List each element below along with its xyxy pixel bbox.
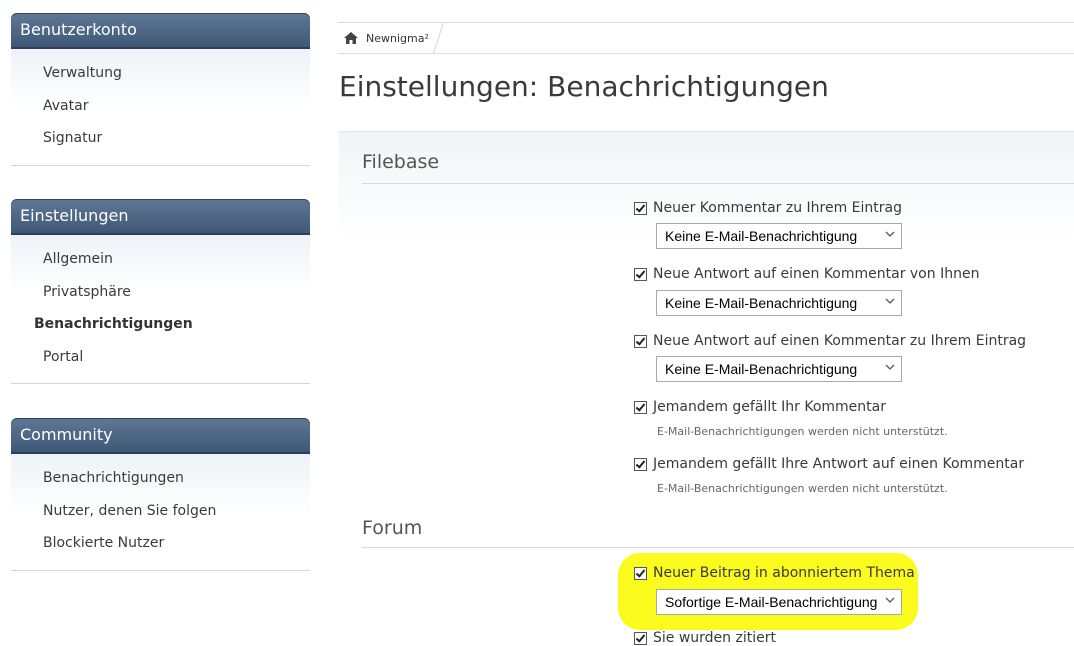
option-label: Neue Antwort auf einen Kommentar zu Ihre…: [653, 333, 1027, 349]
checkbox[interactable]: [634, 566, 647, 580]
section-divider: [362, 547, 1074, 548]
sidebar-item-community-benachrichtigungen[interactable]: Benachrichtigungen: [11, 462, 310, 495]
option-antwort-kommentar-von-ihnen[interactable]: Neue Antwort auf einen Kommentar von Ihn…: [634, 266, 979, 282]
select-value: Keine E-Mail-Benachrichtigung: [665, 295, 858, 311]
notification-select[interactable]: Keine E-Mail-Benachrichtigung: [656, 290, 902, 316]
sidebar-list: Benachrichtigungen Nutzer, denen Sie fol…: [11, 454, 310, 571]
option-neuer-beitrag-thema[interactable]: Neuer Beitrag in abonniertem Thema: [634, 565, 915, 581]
notification-select[interactable]: Keine E-Mail-Benachrichtigung: [656, 223, 902, 249]
sidebar-section-benutzerkonto: Benutzerkonto Verwaltung Avatar Signatur: [11, 13, 310, 166]
sidebar-item-blockierte-nutzer[interactable]: Blockierte Nutzer: [11, 527, 310, 560]
option-label: Sie wurden zitiert: [653, 630, 776, 646]
home-icon: [344, 32, 358, 44]
sidebar-section-einstellungen: Einstellungen Allgemein Privatsphäre Ben…: [11, 199, 310, 384]
checkbox[interactable]: [634, 400, 647, 414]
sidebar-section-title: Einstellungen: [11, 199, 310, 235]
sidebar-section-title: Community: [11, 418, 310, 454]
sidebar-item-avatar[interactable]: Avatar: [11, 90, 310, 123]
option-label: Neuer Kommentar zu Ihrem Eintrag: [653, 200, 903, 216]
sidebar-item-allgemein[interactable]: Allgemein: [11, 243, 310, 276]
checkbox[interactable]: [634, 267, 647, 281]
checkbox[interactable]: [634, 201, 647, 215]
checkbox[interactable]: [634, 457, 647, 471]
breadcrumb: Newnigma²: [338, 22, 1074, 54]
sidebar-list: Verwaltung Avatar Signatur: [11, 49, 310, 166]
section-divider: [362, 183, 1074, 184]
option-label: Jemandem gefällt Ihre Antwort auf einen …: [653, 456, 1025, 472]
chevron-down-icon: [885, 298, 895, 304]
chevron-down-icon: [885, 231, 895, 237]
sidebar-item-privatsphaere[interactable]: Privatsphäre: [11, 276, 310, 309]
notification-select[interactable]: Keine E-Mail-Benachrichtigung: [656, 356, 902, 382]
option-gefaellt-kommentar[interactable]: Jemandem gefällt Ihr Kommentar: [634, 399, 886, 415]
chevron-down-icon: [885, 364, 895, 370]
sidebar-item-verwaltung[interactable]: Verwaltung: [11, 57, 310, 90]
chevron-down-icon: [885, 597, 895, 603]
option-antwort-kommentar-eintrag[interactable]: Neue Antwort auf einen Kommentar zu Ihre…: [634, 333, 1026, 349]
sidebar-item-nutzer-folgen[interactable]: Nutzer, denen Sie folgen: [11, 495, 310, 528]
sidebar-item-signatur[interactable]: Signatur: [11, 122, 310, 155]
option-neuer-kommentar[interactable]: Neuer Kommentar zu Ihrem Eintrag: [634, 200, 902, 216]
sidebar-item-portal[interactable]: Portal: [11, 341, 310, 374]
sidebar-item-benachrichtigungen-active[interactable]: Benachrichtigungen: [11, 308, 310, 341]
option-gefaellt-antwort[interactable]: Jemandem gefällt Ihre Antwort auf einen …: [634, 456, 1024, 472]
checkbox[interactable]: [634, 334, 647, 348]
option-note: E-Mail-Benachrichtigungen werden nicht u…: [657, 425, 948, 438]
section-heading-filebase: Filebase: [362, 151, 440, 173]
option-label: Jemandem gefällt Ihr Kommentar: [653, 399, 886, 415]
option-label: Neuer Beitrag in abonniertem Thema: [653, 565, 915, 581]
select-value: Keine E-Mail-Benachrichtigung: [665, 228, 858, 244]
sidebar-section-title: Benutzerkonto: [11, 13, 310, 49]
option-note: E-Mail-Benachrichtigungen werden nicht u…: [657, 482, 948, 495]
breadcrumb-label: Newnigma²: [366, 31, 429, 45]
select-value: Sofortige E-Mail-Benachrichtigung: [665, 594, 878, 610]
checkbox[interactable]: [634, 631, 647, 645]
page-title: Einstellungen: Benachrichtigungen: [339, 70, 829, 103]
sidebar-section-community: Community Benachrichtigungen Nutzer, den…: [11, 418, 310, 571]
sidebar-list: Allgemein Privatsphäre Benachrichtigunge…: [11, 235, 310, 384]
section-heading-forum: Forum: [362, 517, 423, 539]
option-label: Neue Antwort auf einen Kommentar von Ihn…: [653, 266, 980, 282]
notification-select[interactable]: Sofortige E-Mail-Benachrichtigung: [656, 589, 902, 615]
select-value: Keine E-Mail-Benachrichtigung: [665, 361, 858, 377]
option-zitiert[interactable]: Sie wurden zitiert: [634, 630, 776, 646]
breadcrumb-home-link[interactable]: Newnigma²: [338, 23, 441, 53]
